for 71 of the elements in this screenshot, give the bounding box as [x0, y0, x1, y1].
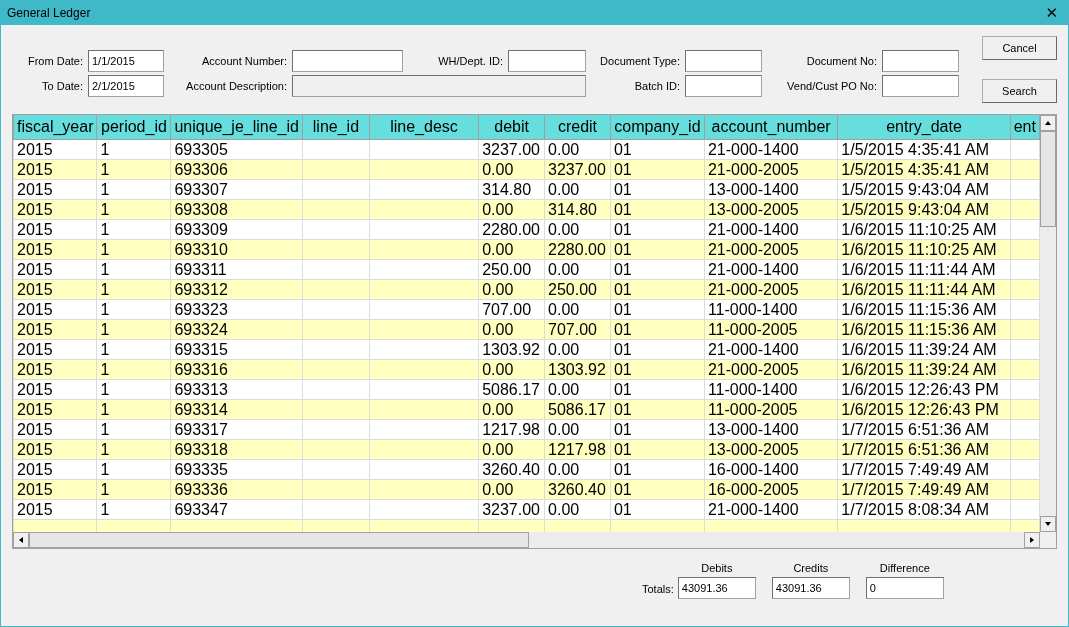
total-label: Difference: [879, 562, 930, 574]
field-label: Batch ID:: [633, 80, 681, 92]
column-header[interactable]: company_id: [610, 115, 705, 140]
table-cell: 2015: [13, 299, 97, 320]
total-field[interactable]: 43091.36: [771, 577, 850, 599]
field-label: From Date:: [27, 55, 84, 67]
table-cell: 2015: [13, 339, 97, 360]
field-label: Document No:: [805, 55, 878, 67]
scroll-left-button[interactable]: [13, 532, 29, 548]
table-cell: 2015: [13, 439, 97, 460]
scroll-thumb[interactable]: [29, 532, 529, 548]
column-header[interactable]: line_desc: [369, 115, 479, 140]
table-cell: 2015: [13, 159, 97, 180]
field-label: To Date:: [41, 80, 84, 92]
column-header[interactable]: period_id: [97, 115, 171, 140]
column-header[interactable]: debit: [478, 115, 545, 140]
scroll-down-arrow-icon: [1044, 520, 1052, 528]
input-field[interactable]: [685, 50, 762, 72]
column-header[interactable]: fiscal_year: [13, 115, 97, 140]
table-cell: 2015: [13, 399, 97, 420]
table-cell: 2015: [13, 459, 97, 480]
field-label: Account Description:: [185, 80, 288, 92]
total-field[interactable]: 43091.36: [677, 577, 756, 599]
scroll-up-arrow-icon: [1044, 119, 1052, 127]
input-field[interactable]: [882, 50, 959, 72]
scroll-down-button[interactable]: [1040, 516, 1056, 532]
input-field[interactable]: 2/1/2015: [88, 75, 164, 97]
table-cell: 2015: [13, 179, 97, 200]
column-header[interactable]: ent: [1010, 115, 1040, 140]
table-cell: 2015: [13, 239, 97, 260]
table-cell: 2015: [13, 419, 97, 440]
field-label: Account Number:: [201, 55, 288, 67]
column-header[interactable]: unique_je_line_id: [170, 115, 303, 140]
table-cell: 2015: [13, 479, 97, 500]
window-title: General Ledger: [7, 5, 91, 20]
horizontal-scrollbar[interactable]: [13, 532, 1040, 548]
scroll-left-arrow-icon: [17, 536, 25, 544]
search-button[interactable]: Search: [982, 79, 1057, 103]
scroll-up-button[interactable]: [1040, 115, 1056, 131]
table-cell: 2015: [13, 379, 97, 400]
scroll-right-arrow-icon: [1028, 536, 1036, 544]
field-label: WH/Dept. ID:: [437, 55, 504, 67]
input-field[interactable]: 1/1/2015: [88, 50, 164, 72]
input-field[interactable]: [292, 50, 403, 72]
table-cell: 2015: [13, 199, 97, 220]
column-header[interactable]: entry_date: [837, 115, 1011, 140]
table-cell: 2015: [13, 499, 97, 520]
total-field[interactable]: 0: [865, 577, 944, 599]
field-label: Document Type:: [599, 55, 681, 67]
field-label: Vend/Cust PO No:: [786, 80, 878, 92]
vertical-scrollbar[interactable]: [1040, 115, 1056, 532]
table-cell: 2015: [13, 359, 97, 380]
table-cell: 2015: [13, 259, 97, 280]
close-button[interactable]: ✕: [1041, 3, 1062, 22]
total-label: Debits: [701, 562, 733, 574]
scrollbar-corner: [1040, 532, 1056, 548]
input-field[interactable]: [685, 75, 762, 97]
cancel-button[interactable]: Cancel: [982, 36, 1057, 60]
column-header[interactable]: credit: [544, 115, 611, 140]
scroll-right-button[interactable]: [1024, 532, 1040, 548]
input-field[interactable]: [508, 50, 586, 72]
column-header[interactable]: account_number: [704, 115, 838, 140]
scroll-thumb[interactable]: [1040, 131, 1056, 227]
totals-label: Totals:: [642, 583, 674, 595]
total-label: Credits: [793, 562, 829, 574]
input-field[interactable]: [882, 75, 959, 97]
table-cell: 2015: [13, 319, 97, 340]
table-cell: 2015: [13, 219, 97, 240]
table-cell: 2015: [13, 139, 97, 160]
table-cell: 2015: [13, 279, 97, 300]
column-header[interactable]: line_id: [302, 115, 370, 140]
